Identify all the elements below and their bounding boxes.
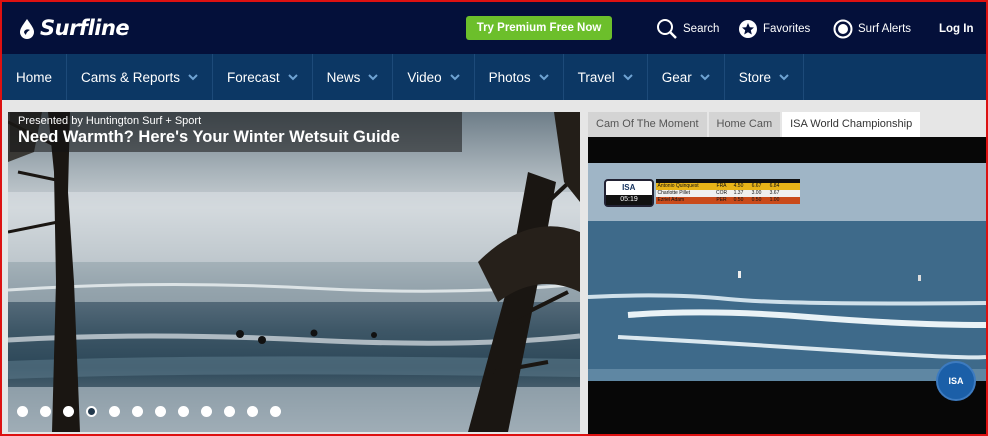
scoreboard-total: 6.84 xyxy=(769,183,780,189)
surfline-logo[interactable]: Surfline xyxy=(16,16,130,40)
main-nav: Home Cams & Reports Forecast News Video Photo… xyxy=(2,54,986,100)
nav-item-news[interactable]: News xyxy=(313,54,394,100)
scoreboard-total: 3.67 xyxy=(769,190,780,196)
chevron-down-icon xyxy=(449,73,460,80)
surfline-drop-icon xyxy=(20,19,34,39)
radio-icon xyxy=(833,19,853,39)
nav-item-label: Store xyxy=(738,69,771,85)
scoreboard-s1: 4.50 xyxy=(733,183,744,189)
cam-tab-isa-world-championship[interactable]: ISA World Championship xyxy=(782,112,921,137)
nav-item-store[interactable]: Store xyxy=(725,54,804,100)
nav-item-label: Home xyxy=(16,69,53,85)
scoreboard-s2: 3.00 xyxy=(751,190,762,196)
sponsor-text: Presented by Huntington Surf + Sport xyxy=(18,115,202,127)
cam-tab-cam-of-the-moment[interactable]: Cam Of The Moment xyxy=(588,112,707,137)
brand-name: Surfline xyxy=(40,16,130,40)
chevron-down-icon xyxy=(622,73,633,80)
search-link[interactable]: Search xyxy=(656,18,719,40)
scoreboard-org: ISA xyxy=(622,183,636,192)
chevron-down-icon xyxy=(368,73,379,80)
slide-indicators xyxy=(17,406,293,417)
scoreboard-s1: 1.37 xyxy=(733,190,744,196)
nav-item-gear[interactable]: Gear xyxy=(648,54,725,100)
chevron-down-icon xyxy=(188,73,198,80)
surf-alerts-label: Surf Alerts xyxy=(858,23,912,35)
search-label: Search xyxy=(683,23,720,35)
isa-watermark: ISA xyxy=(936,361,976,401)
nav-item-label: Photos xyxy=(488,69,531,85)
scoreboard-country: COR xyxy=(715,190,728,196)
scoreboard-row: Antonio Quinquest FRA 4.50 6.67 6.84 xyxy=(655,183,800,190)
scoreboard-country: FRA xyxy=(716,183,727,189)
scoreboard-row: Charlotte Pillet COR 1.37 3.00 3.67 xyxy=(655,190,800,197)
nav-item-label: Travel xyxy=(577,69,615,85)
cam-tab-home-cam[interactable]: Home Cam xyxy=(708,112,781,137)
scoreboard-s2: 6.67 xyxy=(751,183,762,189)
nav-item-forecast[interactable]: Forecast xyxy=(213,54,313,100)
chevron-down-icon xyxy=(699,73,710,80)
surf-alerts-link[interactable]: Surf Alerts xyxy=(833,18,911,40)
top-bar: Surfline Try Premium Free Now Search Fav… xyxy=(2,2,986,54)
scoreboard-name: Ezriel Adam xyxy=(657,197,685,203)
nav-item-label: Cams & Reports xyxy=(81,69,181,85)
slide-dot[interactable] xyxy=(155,406,166,417)
hero-image xyxy=(8,112,580,432)
hero-title[interactable]: Need Warmth? Here's Your Winter Wetsuit … xyxy=(18,128,454,147)
star-icon xyxy=(739,20,757,38)
cam-tabs: Cam Of The Moment Home Cam ISA World Champ… xyxy=(588,112,922,137)
slide-dot[interactable] xyxy=(178,406,189,417)
hero-slider[interactable]: Presented by Huntington Surf + Sport Nee… xyxy=(8,112,580,432)
hero-caption[interactable]: Presented by Huntington Surf + Sport Nee… xyxy=(10,112,462,152)
scoreboard-name: Antonio Quinquest xyxy=(657,183,699,189)
slide-dot[interactable] xyxy=(17,406,28,417)
scoreboard-s2: 0.50 xyxy=(751,197,762,203)
isa-scoreboard-logo: ISA 05:19 xyxy=(604,179,654,207)
slide-dot[interactable] xyxy=(201,406,212,417)
chevron-down-icon xyxy=(538,73,549,80)
scoreboard-row: Ezriel Adam PER 0.50 0.50 1.00 xyxy=(655,197,800,204)
login-link[interactable]: Log In xyxy=(939,18,974,40)
nav-item-photos[interactable]: Photos xyxy=(475,54,564,100)
scoreboard-country: PER xyxy=(716,197,727,203)
slide-dot[interactable] xyxy=(224,406,235,417)
favorites-label: Favorites xyxy=(763,23,811,35)
nav-item-home[interactable]: Home xyxy=(2,54,68,100)
nav-item-video[interactable]: Video xyxy=(393,54,475,100)
favorites-link[interactable]: Favorites xyxy=(738,18,810,40)
try-premium-button[interactable]: Try Premium Free Now xyxy=(466,16,612,40)
nav-item-label: Gear xyxy=(661,69,692,85)
scoreboard-rows: Antonio Quinquest FRA 4.50 6.67 6.84 Charlott… xyxy=(655,179,800,207)
chevron-down-icon xyxy=(779,73,789,80)
nav-item-label: Forecast xyxy=(227,69,280,85)
slide-dot[interactable] xyxy=(109,406,120,417)
contest-scoreboard: ISA 05:19 Antonio Quinquest FRA 4.50 6.67 6.… xyxy=(604,179,800,207)
slide-dot[interactable] xyxy=(247,406,258,417)
scoreboard-s1: 0.50 xyxy=(733,197,744,203)
nav-item-label: News xyxy=(326,69,361,85)
slide-dot[interactable] xyxy=(270,406,281,417)
slide-dot[interactable] xyxy=(132,406,143,417)
scoreboard-total: 1.00 xyxy=(769,197,780,203)
nav-item-label: Video xyxy=(407,69,442,85)
scoreboard-name: Charlotte Pillet xyxy=(657,190,691,196)
heat-timer: 05:19 xyxy=(606,195,652,205)
slide-dot[interactable] xyxy=(40,406,51,417)
chevron-down-icon xyxy=(287,73,298,80)
nav-item-travel[interactable]: Travel xyxy=(564,54,648,100)
slide-dot[interactable] xyxy=(63,406,74,417)
slide-dot[interactable] xyxy=(86,406,97,417)
search-icon xyxy=(657,19,677,39)
cam-player[interactable]: ISA 05:19 Antonio Quinquest FRA 4.50 6.67 6.… xyxy=(588,137,986,434)
nav-item-cams-reports[interactable]: Cams & Reports xyxy=(67,54,214,100)
